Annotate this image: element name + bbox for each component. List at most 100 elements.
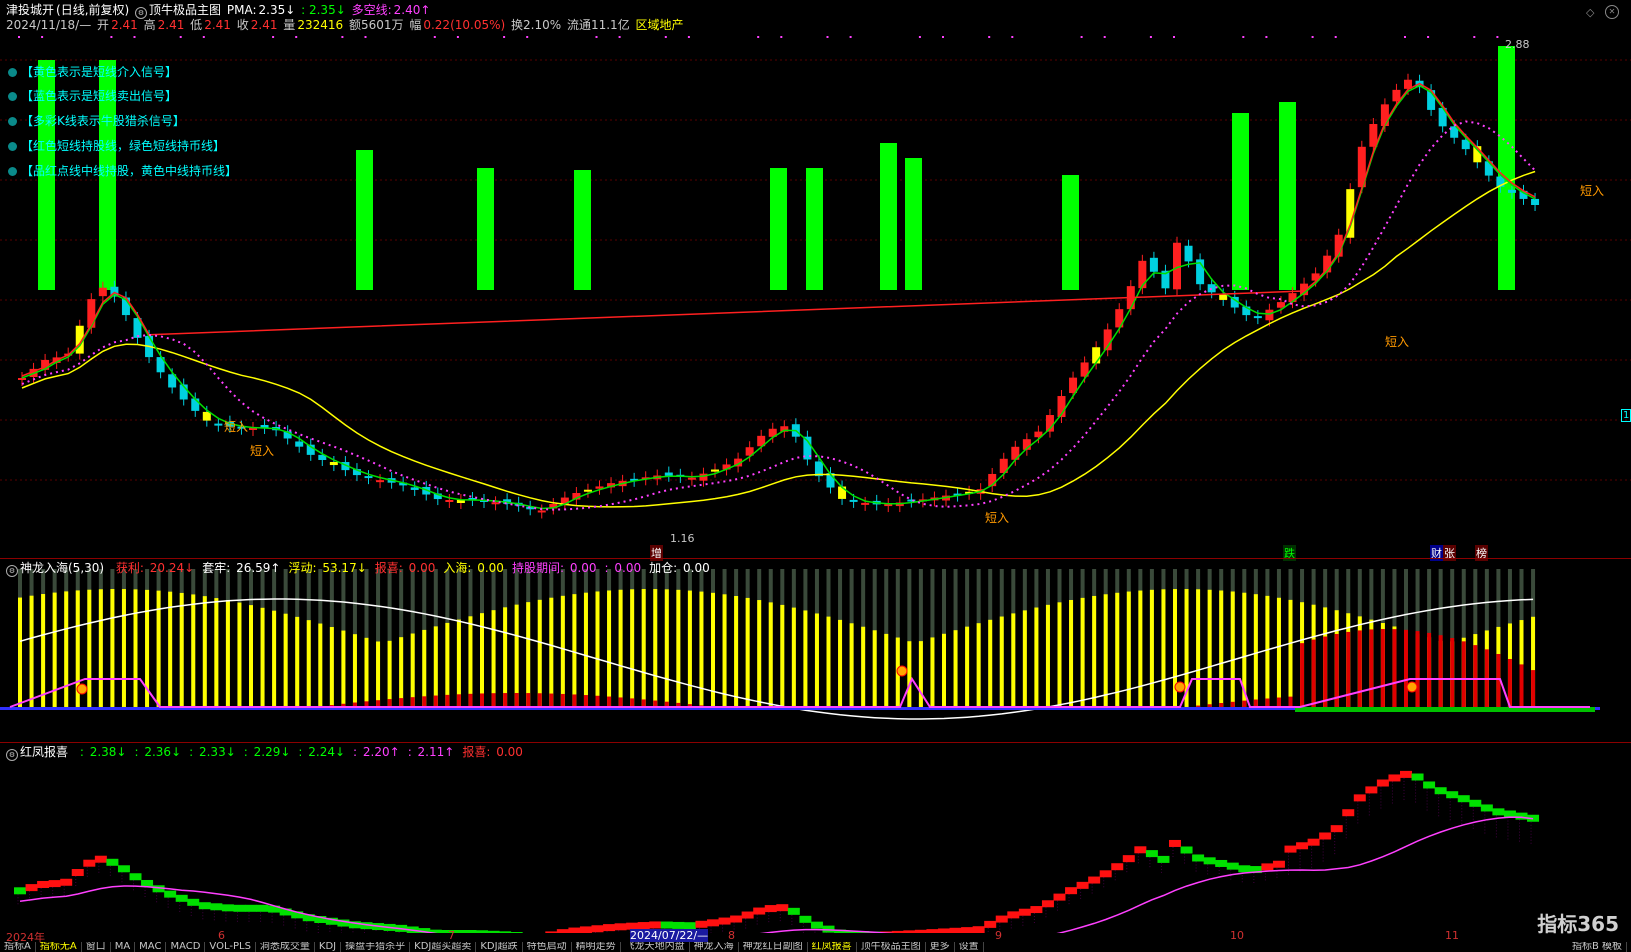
candle-body <box>445 500 454 502</box>
indicator-tab[interactable]: 顶牛极品主图 <box>857 942 926 952</box>
buy-signal-label: 短入 <box>985 511 1010 525</box>
sub2-name[interactable]: 红凤报喜 <box>20 745 68 759</box>
indicator-tab[interactable]: 神龙红日副图 <box>739 942 808 952</box>
legend-item: 【红色短线持股线，绿色短线持币线】 <box>8 139 225 153</box>
sub2-item-label: : <box>407 745 412 759</box>
step-block <box>25 884 38 892</box>
indicator-tab[interactable]: 指标无A <box>36 942 82 952</box>
profit-bar <box>618 589 623 709</box>
profit-bar <box>861 626 866 709</box>
indicator-tab[interactable]: KDJ超跌 <box>476 942 523 952</box>
indicator-tab[interactable]: 操盘手猎杀乎 <box>341 942 411 952</box>
close-value: 2.41 <box>250 18 278 32</box>
indicator-tab[interactable]: 飞龙天地内盘 <box>621 942 690 952</box>
indicator-tab[interactable]: MAC <box>135 942 167 952</box>
sub1-item-label: 浮动: <box>288 561 317 575</box>
candle-body <box>214 423 223 426</box>
shenlong-chart[interactable] <box>0 559 1631 743</box>
sector[interactable]: 区域地产 <box>636 18 684 32</box>
profit-bar <box>1230 591 1235 709</box>
profit-bar <box>745 597 750 709</box>
step-block <box>1065 887 1078 895</box>
diamond-icon[interactable]: ◇ <box>1586 6 1594 19</box>
legend-text: 【多彩K线表示牛股猎杀信号】 <box>21 114 185 128</box>
indicator-tab-right[interactable]: 指标B 模板 <box>1568 942 1627 952</box>
risk-bar <box>1415 631 1420 709</box>
sub2-item-label: : <box>189 745 194 759</box>
step-block <box>175 894 188 902</box>
buy-signal-label: 短入 <box>1385 335 1410 349</box>
indicator-tab[interactable]: MA <box>111 942 136 952</box>
settings-icon[interactable]: ⚙ <box>6 565 18 577</box>
profit-bar <box>630 589 635 709</box>
sub1-item-value: 26.59↑ <box>232 561 281 575</box>
profit-bar <box>549 597 554 709</box>
profit-bar <box>121 589 126 709</box>
turnover: 换2.10% <box>511 18 562 32</box>
shenlong-panel[interactable]: ⚙ 神龙入海(5,30) 获利: 20.24↓ 套牢: 26.59↑ 浮动: 53.1… <box>0 558 1631 743</box>
indicator-tab[interactable]: VOL-PLS <box>205 942 256 952</box>
step-block <box>221 904 234 912</box>
risk-bar <box>1300 643 1305 709</box>
sub1-item-label: 获利: <box>115 561 144 575</box>
indicator-tab[interactable]: 洞悉成交量 <box>256 942 315 952</box>
indicator-tab[interactable]: MACD <box>166 942 206 952</box>
short-line-green <box>21 84 1536 510</box>
close-icon[interactable]: ✕ <box>1605 5 1619 19</box>
indicator-name[interactable]: 顶牛极品主图 <box>149 3 221 17</box>
sub1-name[interactable]: 神龙入海(5,30) <box>20 561 104 575</box>
candle-body <box>687 477 696 480</box>
step-block <box>1226 862 1239 870</box>
candle-body <box>329 461 338 466</box>
step-block <box>1261 863 1274 871</box>
profit-bar <box>1022 610 1027 709</box>
indicator-tab[interactable]: KDJ超买超卖 <box>410 942 477 952</box>
date-axis-label: 2024/07/22/— <box>630 929 709 942</box>
indicator-tab[interactable]: 精明走势 <box>572 942 621 952</box>
pma-label: PMA: <box>226 3 257 17</box>
settings-icon[interactable]: ⚙ <box>6 749 18 761</box>
profit-bar <box>1057 602 1062 709</box>
signal-dot <box>757 36 760 38</box>
profit-bar <box>295 616 300 709</box>
step-block <box>1365 786 1378 794</box>
step-block <box>730 915 743 923</box>
profit-bar <box>595 591 600 709</box>
profit-bar <box>179 592 184 709</box>
open-label: 开 <box>97 18 110 32</box>
profit-bar <box>988 619 993 709</box>
indicator-tab[interactable]: KDJ <box>315 942 342 952</box>
candlestick-chart[interactable] <box>0 0 1631 558</box>
indicator-tab[interactable]: 更多 <box>926 942 955 952</box>
risk-bar <box>1427 632 1432 709</box>
signal-bar <box>1498 46 1515 290</box>
indicator-tab[interactable]: 设置 <box>955 942 984 952</box>
indicator-tab-bar[interactable]: 指标A 指标无A 窗口 MA MAC MACD VOL-PLS 洞悉成交量 KDJ 操盘手猎杀乎 K… <box>0 942 1631 952</box>
candle-body <box>711 469 719 472</box>
main-chart-panel[interactable]: 津投城开 (日线,前复权) ⚙ 顶牛极品主图 PMA: 2.35↓ : 2.35↓ 多… <box>0 0 1631 561</box>
hongfeng-header: ⚙ 红凤报喜 : 2.38↓: 2.36↓: 2.33↓: 2.29↓: 2.24… <box>6 745 525 761</box>
signal-dot <box>826 36 829 38</box>
sub2-item-value: 2.36↓ <box>140 745 182 759</box>
profit-bar <box>930 637 935 709</box>
step-block <box>1353 794 1366 802</box>
indicator-tab[interactable]: 红凤报喜 <box>808 942 857 952</box>
indicator-tab[interactable]: 指标A <box>0 942 36 952</box>
sub2-item-value: 2.29↓ <box>249 745 291 759</box>
hongfeng-chart[interactable] <box>0 743 1631 933</box>
holding-line <box>9 676 1590 708</box>
step-block <box>1215 859 1228 867</box>
profit-bar <box>18 597 22 709</box>
indicator-tab[interactable]: 窗口 <box>82 942 111 952</box>
sub2-item-value: 2.11↑ <box>413 745 455 759</box>
step-block <box>707 919 719 927</box>
profit-bar <box>1161 589 1166 709</box>
signal-dot <box>295 36 298 38</box>
step-block <box>1330 825 1343 833</box>
profit-bar <box>1149 589 1154 709</box>
hongfeng-panel[interactable]: ⚙ 红凤报喜 : 2.38↓: 2.36↓: 2.33↓: 2.29↓: 2.24… <box>0 742 1631 933</box>
indicator-tab[interactable]: 特色启动 <box>523 942 572 952</box>
candle-body <box>1149 257 1158 272</box>
profit-bar <box>803 610 808 709</box>
indicator-tab[interactable]: 神龙入海 <box>690 942 739 952</box>
